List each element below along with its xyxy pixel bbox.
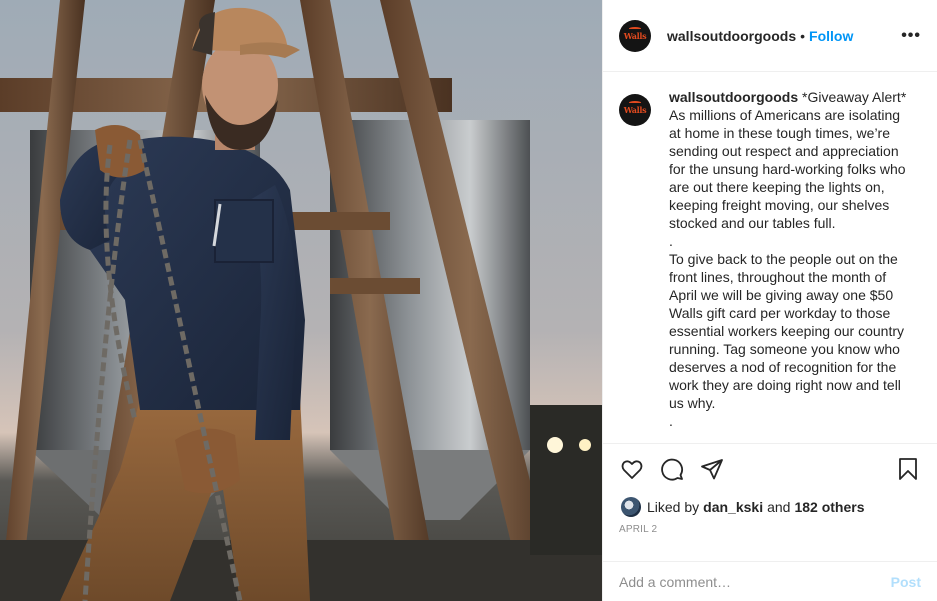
caption-avatar[interactable]: Walls (619, 94, 651, 126)
comments-area[interactable]: Walls wallsoutdoorgoods *Giveaway Alert*… (603, 72, 937, 444)
caption-line-first: wallsoutdoorgoods *Giveaway Alert* (669, 88, 921, 106)
caption-line: us why. (669, 395, 716, 411)
heart-icon[interactable] (619, 456, 645, 482)
walls-logo-icon (629, 101, 641, 104)
add-comment-bar: Post (603, 562, 937, 601)
comment-input[interactable] (619, 573, 891, 590)
account-avatar[interactable]: Walls (619, 19, 651, 52)
caption-line: at home in these tough times, we’re (669, 125, 891, 141)
caption-line: running. Tag someone you know who (669, 341, 900, 357)
likes-conjunction: and (767, 499, 791, 515)
post-comment-button[interactable]: Post (891, 574, 921, 590)
instagram-post: Walls wallsoutdoorgoods • Follow ••• Wal… (0, 0, 937, 601)
caption-line: essential workers keeping our country (669, 323, 905, 339)
post-date[interactable]: APRIL 2 (603, 520, 937, 562)
caption-line: work they are doing right now and tell (669, 377, 901, 393)
likes-count-link[interactable]: 182 others (794, 499, 864, 515)
walls-logo-icon (629, 26, 641, 30)
caption-line: deserves a nod of recognition for the (669, 359, 897, 375)
comment-icon[interactable] (659, 456, 685, 482)
caption-line: *Giveaway Alert* (802, 89, 907, 105)
likes-summary: Liked by dan_kski and 182 others (603, 494, 937, 520)
avatar-logo-text: Walls (623, 105, 647, 115)
caption-line: April we will be giving away one $50 (669, 287, 894, 303)
more-options-icon[interactable]: ••• (901, 27, 921, 45)
likes-prefix: Liked by (647, 499, 700, 515)
caption-username[interactable]: wallsoutdoorgoods (669, 89, 798, 105)
post-caption: wallsoutdoorgoods *Giveaway Alert* As mi… (669, 88, 921, 443)
header-username[interactable]: wallsoutdoorgoods (667, 28, 796, 44)
liker-username[interactable]: dan_kski (703, 499, 763, 515)
caption-line: . (669, 233, 673, 249)
caption-line: are out there keeping the lights on, (669, 179, 885, 195)
liker-avatar[interactable] (621, 497, 641, 517)
photo-illustration (0, 0, 602, 601)
post-header: Walls wallsoutdoorgoods • Follow ••• (603, 0, 937, 72)
caption-line: To give back to the people out on the (669, 251, 898, 267)
follow-button[interactable]: Follow (809, 28, 853, 44)
caption-line: stocked and our tables full. (669, 215, 836, 231)
caption-line: sending out respect and appreciation (669, 143, 899, 159)
caption-line: for the unsung hard-working folks who (669, 161, 906, 177)
caption-line: . (669, 413, 673, 429)
avatar-logo-text: Walls (623, 30, 647, 41)
header-separator: • (800, 27, 806, 44)
post-date-text[interactable]: APRIL 2 (619, 524, 657, 535)
caption-line: keeping freight moving, our shelves (669, 197, 890, 213)
post-photo[interactable] (0, 0, 602, 601)
caption-line: As millions of Americans are isolating (669, 107, 901, 123)
post-side-panel: Walls wallsoutdoorgoods • Follow ••• Wal… (602, 0, 937, 601)
caption-line: front lines, throughout the month of (669, 269, 887, 285)
paper-plane-icon[interactable] (699, 456, 725, 482)
post-actions (603, 444, 937, 494)
bookmark-icon[interactable] (895, 456, 921, 482)
caption-line: Walls gift card per workday to those (669, 305, 891, 321)
